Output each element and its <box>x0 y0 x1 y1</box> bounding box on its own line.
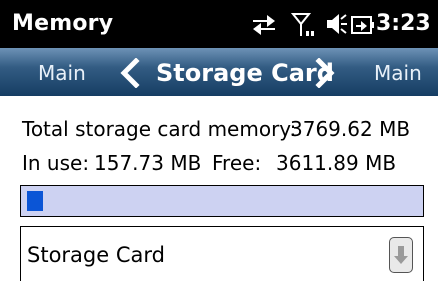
in-use-label: In use: <box>22 151 90 175</box>
clock-time: 3:23 <box>376 11 431 36</box>
in-use-value: 157.73 MB <box>94 151 202 175</box>
dropdown-button[interactable] <box>389 237 413 273</box>
category-nav-bar: Main Storage Card Main <box>0 48 438 96</box>
speaker-icon <box>327 14 347 34</box>
battery-plug-icon <box>351 16 374 34</box>
sync-arrows-icon <box>253 15 275 35</box>
memory-usage-bar <box>20 185 424 217</box>
total-memory-label: Total storage card memory: <box>22 117 297 141</box>
status-bar: Memory 3:23 <box>0 0 438 48</box>
free-label: Free: <box>212 151 262 175</box>
storage-selector-dropdown[interactable]: Storage Card <box>20 226 424 281</box>
free-value: 3611.89 MB <box>276 151 397 175</box>
total-memory-value: 3769.62 MB <box>290 117 411 141</box>
signal-icon <box>291 13 314 36</box>
chevron-right-icon[interactable] <box>314 58 336 88</box>
memory-usage-fill <box>27 191 43 211</box>
storage-selector-value: Storage Card <box>27 243 165 267</box>
app-title: Memory <box>12 11 114 36</box>
chevron-down-icon <box>394 246 408 264</box>
nav-current-title: Storage Card <box>156 59 334 87</box>
nav-next-label[interactable]: Main <box>374 61 422 85</box>
chevron-left-icon[interactable] <box>119 58 141 88</box>
nav-prev-label[interactable]: Main <box>38 61 86 85</box>
